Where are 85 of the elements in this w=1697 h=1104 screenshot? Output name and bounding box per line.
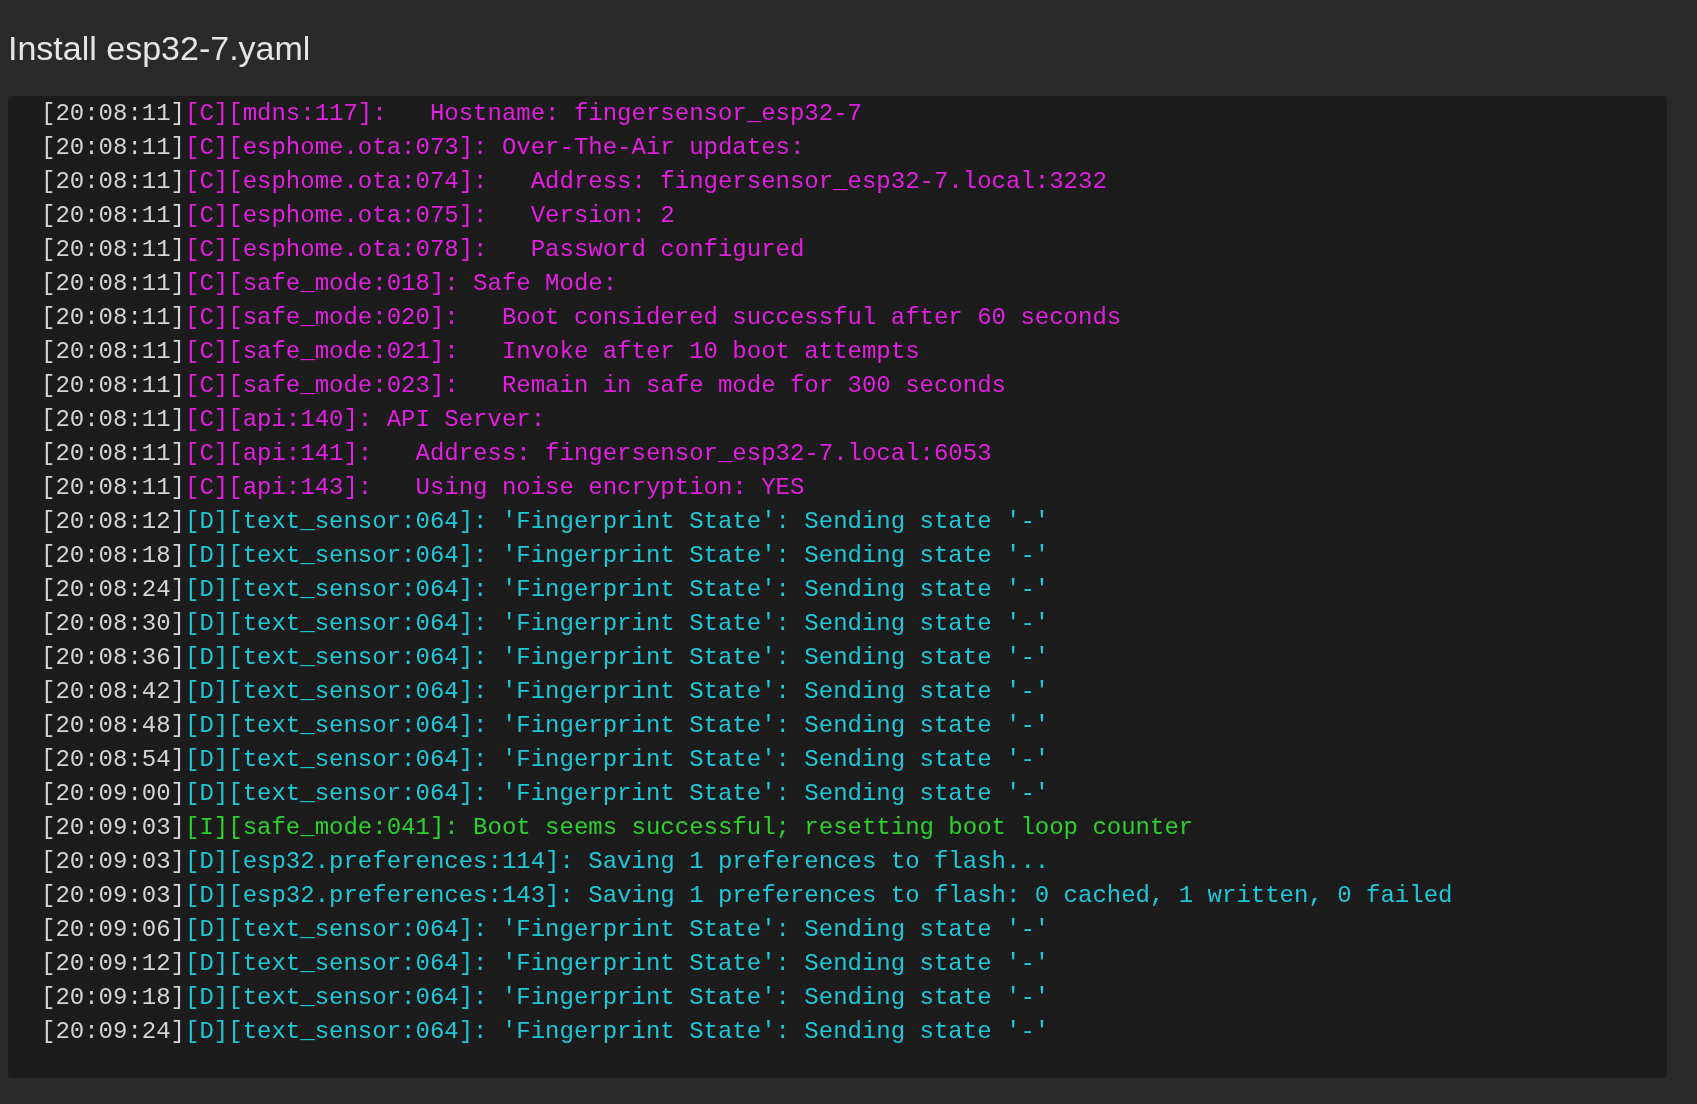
log-message: [text_sensor:064]: 'Fingerprint State': Sending state '-' xyxy=(228,1017,1050,1047)
log-timestamp: [20:09:24] xyxy=(41,1017,186,1047)
log-timestamp: [20:08:11] xyxy=(41,371,186,401)
log-message: [api:140]: API Server: xyxy=(228,405,546,435)
log-message: [safe_mode:021]: Invoke after 10 boot attempts xyxy=(228,337,920,367)
log-level-tag: [C] xyxy=(185,267,229,301)
log-timestamp: [20:08:30] xyxy=(41,609,186,639)
log-timestamp: [20:09:18] xyxy=(41,983,186,1013)
log-level-tag: [D] xyxy=(185,539,229,573)
log-message: [text_sensor:064]: 'Fingerprint State': Sending state '-' xyxy=(228,609,1050,639)
log-level-tag: [C] xyxy=(185,471,229,505)
log-level-tag: [D] xyxy=(185,709,229,743)
log-timestamp: [20:08:12] xyxy=(41,507,186,537)
log-timestamp: [20:08:42] xyxy=(41,677,186,707)
log-message: [text_sensor:064]: 'Fingerprint State': Sending state '-' xyxy=(228,915,1050,945)
log-timestamp: [20:08:11] xyxy=(41,269,186,299)
log-level-tag: [D] xyxy=(185,573,229,607)
log-level-tag: [D] xyxy=(185,879,229,913)
log-timestamp: [20:08:24] xyxy=(41,575,186,605)
log-timestamp: [20:08:11] xyxy=(41,303,186,333)
log-timestamp: [20:08:11] xyxy=(41,133,186,163)
log-message: [mdns:117]: Hostname: fingersensor_esp32-7 xyxy=(228,99,862,129)
log-message: [text_sensor:064]: 'Fingerprint State': Sending state '-' xyxy=(228,541,1050,571)
log-level-tag: [I] xyxy=(185,811,229,845)
log-message: [safe_mode:018]: Safe Mode: xyxy=(228,269,618,299)
log-level-tag: [D] xyxy=(185,1015,229,1049)
log-timestamp: [20:08:11] xyxy=(41,473,186,503)
log-timestamp: [20:09:03] xyxy=(41,847,186,877)
log-timestamp: [20:08:36] xyxy=(41,643,186,673)
log-message: [esphome.ota:074]: Address: fingersensor_esp32-7.local:3232 xyxy=(228,167,1107,197)
log-timestamp: [20:08:18] xyxy=(41,541,186,571)
log-message: [text_sensor:064]: 'Fingerprint State': Sending state '-' xyxy=(228,983,1050,1013)
log-level-tag: [D] xyxy=(185,675,229,709)
log-timestamp: [20:08:11] xyxy=(41,201,186,231)
log-message: [text_sensor:064]: 'Fingerprint State': Sending state '-' xyxy=(228,745,1050,775)
log-timestamp: [20:08:11] xyxy=(41,167,186,197)
log-level-tag: [C] xyxy=(185,97,229,131)
log-message: [esphome.ota:073]: Over-The-Air updates: xyxy=(228,133,805,163)
log-level-tag: [C] xyxy=(185,199,229,233)
log-level-tag: [D] xyxy=(185,777,229,811)
log-message: [safe_mode:020]: Boot considered successful after 60 seconds xyxy=(228,303,1122,333)
log-level-tag: [C] xyxy=(185,301,229,335)
log-timestamp: [20:08:11] xyxy=(41,405,186,435)
log-level-tag: [D] xyxy=(185,641,229,675)
log-level-tag: [C] xyxy=(185,437,229,471)
log-message: [safe_mode:023]: Remain in safe mode for 300 seconds xyxy=(228,371,1006,401)
log-level-tag: [D] xyxy=(185,743,229,777)
log-level-tag: [D] xyxy=(185,913,229,947)
log-message: [api:143]: Using noise encryption: YES xyxy=(228,473,805,503)
log-message: [text_sensor:064]: 'Fingerprint State': Sending state '-' xyxy=(228,643,1050,673)
log-level-tag: [C] xyxy=(185,369,229,403)
log-timestamp: [20:09:03] xyxy=(41,881,186,911)
log-message: [safe_mode:041]: Boot seems successful; resetting boot loop counter xyxy=(228,813,1194,843)
log-message: [text_sensor:064]: 'Fingerprint State': Sending state '-' xyxy=(228,711,1050,741)
log-message: [text_sensor:064]: 'Fingerprint State': Sending state '-' xyxy=(228,575,1050,605)
log-level-tag: [D] xyxy=(185,947,229,981)
log-timestamp: [20:08:11] xyxy=(41,439,186,469)
log-level-tag: [C] xyxy=(185,131,229,165)
log-message: [esp32.preferences:143]: Saving 1 preferences to flash: 0 cached, 1 written, 0 failed xyxy=(228,881,1453,911)
log-message: [text_sensor:064]: 'Fingerprint State': Sending state '-' xyxy=(228,507,1050,537)
log-message: [api:141]: Address: fingersensor_esp32-7.local:6053 xyxy=(228,439,992,469)
log-timestamp: [20:09:00] xyxy=(41,779,186,809)
log-message: [esphome.ota:075]: Version: 2 xyxy=(228,201,675,231)
dialog-title: Install esp32-7.yaml xyxy=(8,28,311,69)
log-message: [text_sensor:064]: 'Fingerprint State': Sending state '-' xyxy=(228,677,1050,707)
log-level-tag: [D] xyxy=(185,845,229,879)
log-level-tag: [C] xyxy=(185,233,229,267)
log-timestamp: [20:08:11] xyxy=(41,337,186,367)
log-timestamp: [20:08:11] xyxy=(41,99,186,129)
log-timestamp: [20:09:03] xyxy=(41,813,186,843)
log-message: [text_sensor:064]: 'Fingerprint State': Sending state '-' xyxy=(228,779,1050,809)
log-message: [esp32.preferences:114]: Saving 1 preferences to flash... xyxy=(228,847,1050,877)
log-message: [esphome.ota:078]: Password configured xyxy=(228,235,805,265)
log-message: [text_sensor:064]: 'Fingerprint State': Sending state '-' xyxy=(228,949,1050,979)
log-level-tag: [D] xyxy=(185,981,229,1015)
log-level-tag: [C] xyxy=(185,335,229,369)
log-timestamp: [20:08:11] xyxy=(41,235,186,265)
log-timestamp: [20:09:06] xyxy=(41,915,186,945)
log-level-tag: [D] xyxy=(185,607,229,641)
log-level-tag: [C] xyxy=(185,403,229,437)
log-level-tag: [C] xyxy=(185,165,229,199)
log-timestamp: [20:09:12] xyxy=(41,949,186,979)
log-level-tag: [D] xyxy=(185,505,229,539)
log-timestamp: [20:08:54] xyxy=(41,745,186,775)
log-timestamp: [20:08:48] xyxy=(41,711,186,741)
